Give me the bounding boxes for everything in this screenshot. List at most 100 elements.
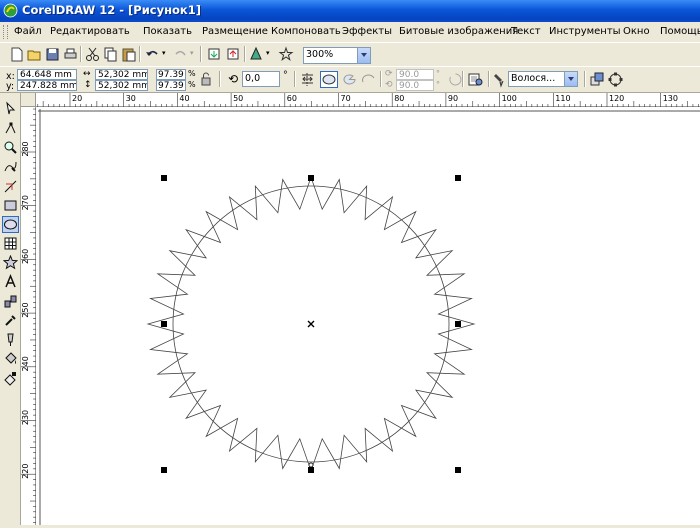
start-angle-field[interactable]: 90.0: [396, 69, 434, 80]
menu-effects[interactable]: Эффекты: [342, 26, 392, 37]
menu-edit[interactable]: Редактировать: [50, 26, 130, 37]
height-icon: ↕: [84, 80, 92, 90]
paste-icon[interactable]: [120, 46, 137, 63]
copy-icon[interactable]: [102, 46, 119, 63]
ruler-label: 220: [21, 464, 30, 479]
ruler-origin[interactable]: [21, 93, 36, 107]
menu-layout[interactable]: Размещение: [202, 26, 268, 37]
drawing-canvas[interactable]: [36, 107, 700, 525]
vertical-ruler[interactable]: 280 270 260 250 240 230 220: [21, 107, 36, 525]
end-angle-icon: ⟲: [385, 80, 393, 90]
vertical-ruler-ticks: 280 270 260 250 240 230 220: [21, 108, 36, 523]
open-folder-icon[interactable]: [26, 46, 43, 63]
export-icon[interactable]: [225, 46, 242, 63]
ruler-label: 240: [21, 356, 30, 371]
import-icon[interactable]: [206, 46, 223, 63]
convert-to-curves-icon[interactable]: [607, 71, 624, 88]
interactive-blend-tool-icon[interactable]: [3, 294, 18, 309]
redo-icon[interactable]: [172, 46, 189, 63]
lock-ratio-icon[interactable]: [199, 71, 213, 87]
outline-tool-icon[interactable]: [3, 332, 18, 347]
rectangle-tool-icon[interactable]: [3, 198, 18, 213]
graph-paper-tool-icon[interactable]: [3, 236, 18, 251]
start-angle-degree: °: [436, 69, 440, 78]
scale-y-field[interactable]: 97.39: [156, 80, 186, 91]
save-icon[interactable]: [44, 46, 61, 63]
y-position-field[interactable]: 247.828 mm: [17, 80, 77, 91]
rotate-icon: ⟲: [228, 72, 239, 86]
menu-view[interactable]: Показать: [143, 26, 192, 37]
outline-width-combo[interactable]: Волося...: [508, 71, 578, 87]
text-tool-icon[interactable]: [3, 274, 18, 289]
fill-tool-icon[interactable]: [3, 351, 18, 366]
ruler-label: 80: [394, 94, 404, 103]
ruler-label: 60: [287, 94, 297, 103]
width-field[interactable]: 52,302 mm: [95, 69, 148, 80]
handle-middle-left[interactable]: [161, 321, 167, 327]
corel-online-icon[interactable]: [278, 46, 295, 63]
zoom-level-value: 300%: [306, 49, 334, 60]
toolbar-separator: [139, 46, 141, 62]
ruler-label: 70: [341, 94, 351, 103]
pie-mode-icon[interactable]: [341, 71, 358, 88]
menu-grip[interactable]: [3, 25, 8, 39]
ruler-label: 100: [502, 94, 517, 103]
node-handle[interactable]: [308, 462, 314, 468]
menu-tools[interactable]: Инструменты: [549, 26, 621, 37]
menu-window[interactable]: Окно: [623, 26, 650, 37]
menu-file[interactable]: Файл: [14, 26, 42, 37]
print-icon[interactable]: [62, 46, 79, 63]
ellipse-tool-button[interactable]: [2, 216, 19, 233]
menu-text[interactable]: Текст: [511, 26, 541, 37]
to-front-icon[interactable]: [589, 71, 606, 88]
star-tool-icon[interactable]: [3, 255, 18, 270]
cut-icon[interactable]: [84, 46, 101, 63]
wrap-paragraph-icon[interactable]: [467, 71, 484, 88]
ellipse-mode-button[interactable]: [320, 71, 338, 88]
mirror-icon[interactable]: [299, 71, 316, 88]
height-field[interactable]: 52,302 mm: [95, 80, 148, 91]
handle-top-left[interactable]: [161, 175, 167, 181]
zoom-level-combo[interactable]: 300%: [303, 47, 371, 64]
handle-bottom-left[interactable]: [161, 467, 167, 473]
ellipse-icon: [322, 74, 336, 85]
eyedropper-tool-icon[interactable]: [3, 313, 18, 328]
application-launcher-icon[interactable]: [248, 46, 265, 63]
toolbar-separator: [380, 71, 382, 87]
toolbar-separator: [462, 71, 464, 87]
new-document-icon[interactable]: [8, 46, 25, 63]
outline-dropdown-button[interactable]: [564, 72, 577, 86]
handle-top-right[interactable]: [455, 175, 461, 181]
arc-mode-icon[interactable]: [360, 71, 377, 88]
ruler-label: 30: [126, 94, 136, 103]
menu-arrange[interactable]: Компоновать: [271, 26, 341, 37]
handle-bottom-center[interactable]: [308, 467, 314, 473]
launcher-dropdown-icon[interactable]: ▾: [266, 49, 270, 57]
pick-tool-icon[interactable]: [3, 101, 18, 116]
freehand-tool-icon[interactable]: [3, 159, 18, 174]
redo-dropdown-icon[interactable]: ▾: [190, 49, 194, 57]
shape-tool-icon[interactable]: [3, 121, 18, 136]
undo-dropdown-icon[interactable]: ▾: [162, 49, 166, 57]
interactive-fill-tool-icon[interactable]: [3, 371, 18, 386]
handle-middle-right[interactable]: [455, 321, 461, 327]
rotation-angle-field[interactable]: 0,0: [242, 71, 280, 87]
menu-bitmaps[interactable]: Битовые изображения: [399, 26, 518, 37]
zoom-tool-icon[interactable]: [3, 140, 18, 155]
end-angle-field[interactable]: 90.0: [396, 80, 434, 91]
coreldraw-app-icon[interactable]: [3, 3, 18, 18]
zoom-dropdown-button[interactable]: [357, 48, 370, 63]
menu-help[interactable]: Помощь: [660, 26, 700, 37]
center-marker[interactable]: [307, 320, 315, 328]
handle-bottom-right[interactable]: [455, 467, 461, 473]
ruler-label: 270: [21, 195, 30, 210]
x-position-field[interactable]: 64.648 mm: [17, 69, 77, 80]
ruler-label: 110: [555, 94, 570, 103]
horizontal-ruler[interactable]: 20 30 40 50 60 70 80 90 100 110 120 130: [36, 93, 700, 107]
handle-top-center[interactable]: [308, 175, 314, 181]
smart-fill-tool-icon[interactable]: [3, 179, 18, 194]
undo-icon[interactable]: [144, 46, 161, 63]
property-bar: x: y: 64.648 mm 247.828 mm ↔ ↕ 52,302 mm…: [0, 66, 700, 93]
ruler-label: 260: [21, 249, 30, 264]
scale-x-field[interactable]: 97.39: [156, 69, 186, 80]
